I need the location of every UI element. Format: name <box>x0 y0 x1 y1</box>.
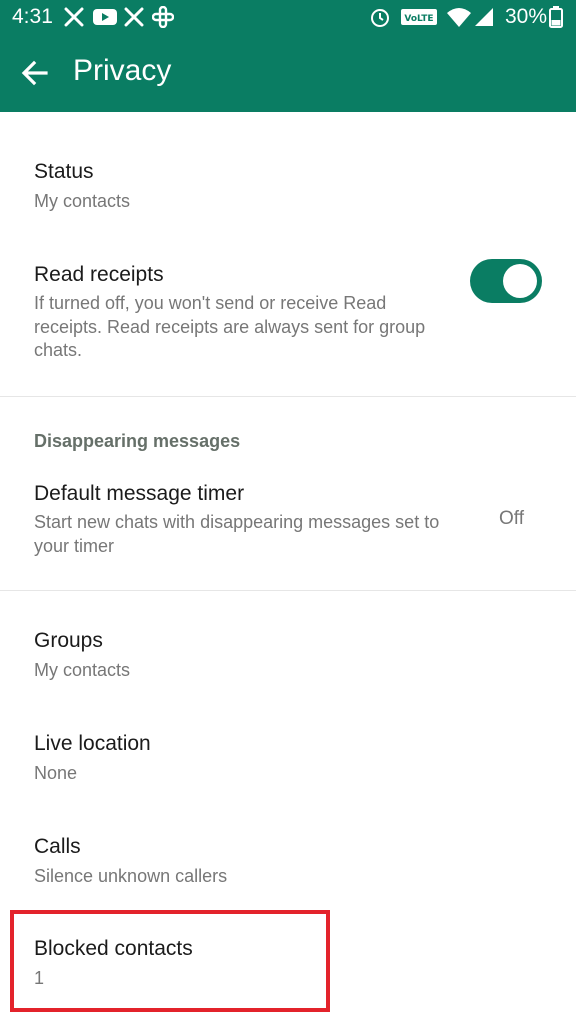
toggle-knob <box>503 264 537 298</box>
calls-setting[interactable]: Calls Silence unknown callers <box>0 825 576 900</box>
highlight-box <box>10 910 330 1012</box>
status-title: Status <box>34 160 94 183</box>
volte-icon: VoLTE <box>401 9 437 25</box>
svg-text:VoLTE: VoLTE <box>404 14 433 24</box>
signal-icon <box>475 8 493 26</box>
divider <box>0 590 576 591</box>
groups-title: Groups <box>34 629 103 652</box>
battery-percent: 30% <box>505 5 548 28</box>
default-timer-description: Start new chats with disappearing messag… <box>34 512 440 556</box>
live-location-setting[interactable]: Live location None <box>0 722 576 797</box>
app-bar: Privacy <box>0 34 576 112</box>
status-value: My contacts <box>34 191 131 211</box>
default-timer-value: Off <box>499 508 524 529</box>
default-timer-title: Default message timer <box>34 482 245 505</box>
battery-icon <box>549 6 563 28</box>
calls-title: Calls <box>34 835 81 858</box>
disappearing-messages-header: Disappearing messages <box>34 431 241 451</box>
x-icon <box>124 7 144 27</box>
x-icon <box>64 7 84 27</box>
status-bar: 4:31 VoLTE 30% <box>0 0 576 34</box>
status-setting[interactable]: Status My contacts <box>0 150 576 225</box>
read-receipts-toggle[interactable] <box>470 259 542 303</box>
read-receipts-setting[interactable]: Read receipts If turned off, you won't s… <box>0 253 576 373</box>
wifi-icon <box>447 8 471 27</box>
alarm-icon <box>371 9 389 27</box>
groups-setting[interactable]: Groups My contacts <box>0 619 576 694</box>
live-location-value: None <box>34 763 78 783</box>
back-arrow-icon[interactable] <box>14 52 56 94</box>
default-message-timer-setting[interactable]: Default message timer Start new chats wi… <box>0 472 576 567</box>
groups-value: My contacts <box>34 660 131 680</box>
divider <box>0 396 576 397</box>
read-receipts-description: If turned off, you won't send or receive… <box>34 293 426 360</box>
page-title: Privacy <box>73 54 172 87</box>
slack-icon <box>152 6 174 28</box>
youtube-icon <box>93 9 117 25</box>
calls-value: Silence unknown callers <box>34 866 228 886</box>
read-receipts-title: Read receipts <box>34 263 164 286</box>
status-time: 4:31 <box>12 5 53 28</box>
live-location-title: Live location <box>34 732 151 755</box>
